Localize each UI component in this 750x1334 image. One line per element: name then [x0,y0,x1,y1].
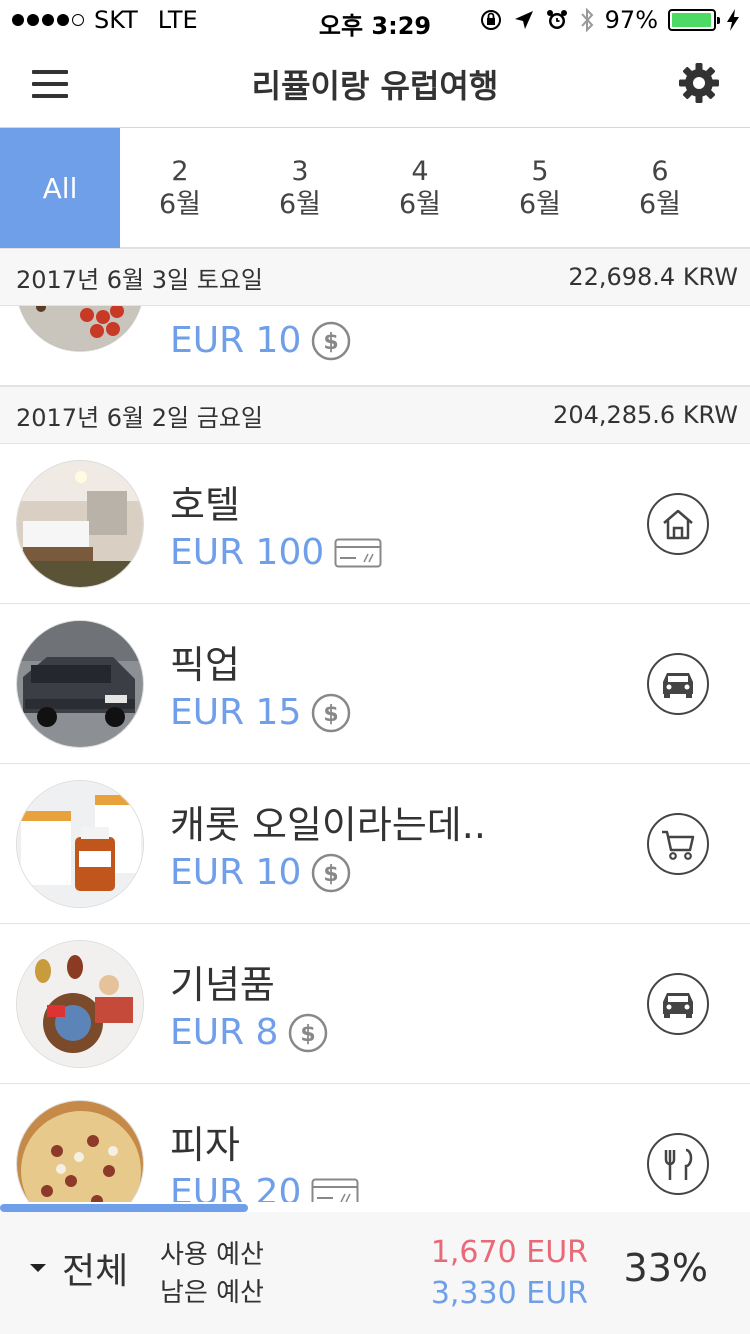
svg-text:$: $ [324,702,339,727]
charging-bolt-icon [727,9,739,31]
budget-summary: 전체 사용 예산 남은 예산 1,670 EUR 3,330 EUR 33% [0,1212,750,1334]
item-amount: EUR 100 [170,532,382,573]
used-budget-label: 사용 예산 [160,1240,264,1270]
budget-progress-fill [0,1204,248,1212]
item-title: 캐롯 오일이라는데.. [170,803,486,847]
hamburger-menu-icon [32,70,68,98]
amount-text: EUR 100 [170,532,325,573]
tab-day-5[interactable]: 5 6월 [480,128,600,248]
budget-scope-selector[interactable]: 전체 [28,1242,128,1294]
status-right: 97% [479,6,740,34]
item-amount: EUR 15 $ [170,692,351,733]
used-budget-value: 1,670 EUR [430,1235,588,1270]
cash-icon: $ [289,1013,328,1052]
page-title: 리퓰이랑 유럽여행 [251,66,499,105]
item-amount: EUR 20 [170,1172,359,1202]
tab-day-4[interactable]: 4 6월 [360,128,480,248]
item-amount: EUR 8 $ [170,1012,328,1053]
gear-icon [679,63,719,103]
list-item[interactable]: 호텔 EUR 100 [0,444,750,604]
list-item[interactable]: 픽업 EUR 15 $ [0,604,750,764]
list-item[interactable]: 캐롯 오일이라는데.. EUR 10 $ [0,764,750,924]
battery-level-fill [672,13,711,27]
menu-button[interactable] [30,68,70,100]
cash-icon: $ [312,321,351,360]
budget-scope-label: 전체 [62,1251,129,1292]
svg-text:$: $ [301,1022,316,1047]
day-tabs: All 2 6월 3 6월 4 6월 5 6월 6 6월 [0,128,750,248]
item-photo [16,1100,144,1202]
item-photo [16,620,144,748]
budget-values: 1,670 EUR 3,330 EUR [431,1232,588,1314]
home-icon [647,493,709,555]
tab-all[interactable]: All [0,128,120,248]
restaurant-icon [647,1133,709,1195]
rotation-lock-icon [480,10,501,30]
list-item[interactable]: 피자 EUR 20 [0,1084,750,1202]
tab-month-label: 6월 [278,189,322,220]
budget-percent: 33% [623,1246,708,1290]
card-icon [334,538,382,567]
tab-month-label: 6월 [638,189,682,220]
budget-labels: 사용 예산 남은 예산 [160,1236,264,1312]
tab-day-label: All [42,171,78,205]
tab-day-3[interactable]: 3 6월 [240,128,360,248]
item-photo [16,460,144,588]
section-date: 2017년 6월 2일 금요일 [16,403,263,432]
app-screen: SKT LTE 오후 3:29 97% 리퓰이랑 유럽여행 All 2 6월 3… [0,0,750,1334]
car-icon [647,653,709,715]
tab-day-label: 5 [531,156,549,187]
item-title: 픽업 [170,643,240,687]
item-title: 기념품 [170,963,275,1007]
cart-icon [647,813,709,875]
amount-text: EUR 8 [170,1012,279,1053]
tab-month-label: 6월 [398,189,442,220]
section-date: 2017년 6월 3일 토요일 [16,265,263,294]
tab-day-2[interactable]: 2 6월 [120,128,240,248]
alarm-clock-icon [546,10,567,29]
tab-day-6[interactable]: 6 6월 [600,128,720,248]
amount-text: EUR 20 [170,1172,302,1202]
item-amount: EUR 10 $ [170,852,351,893]
cash-icon: $ [312,853,351,892]
card-icon [311,1178,359,1202]
expense-list[interactable]: EUR 10 $ 2017년 6월 3일 토요일 22,698.4 KRW 20… [0,248,750,1202]
svg-text:$: $ [324,330,339,355]
tab-day-label: 4 [411,156,429,187]
navigation-bar: 리퓰이랑 유럽여행 [0,40,750,128]
car-icon [647,973,709,1035]
tab-month-label: 6월 [158,189,202,220]
bluetooth-icon [580,7,594,33]
status-bar: SKT LTE 오후 3:29 97% [0,0,750,40]
item-title: 호텔 [170,483,240,527]
item-title: 피자 [170,1123,240,1167]
tab-day-label: 2 [171,156,189,187]
budget-progress-bar [0,1204,750,1212]
caret-down-icon [30,1264,46,1272]
cash-icon: $ [312,693,351,732]
remaining-budget-label: 남은 예산 [160,1278,264,1308]
item-photo [16,780,144,908]
remaining-budget-value: 3,330 EUR [430,1276,588,1311]
svg-text:$: $ [324,862,339,887]
location-arrow-icon [514,11,533,29]
tab-day-label: 6 [651,156,669,187]
amount-text: EUR 15 [170,692,302,733]
item-photo [16,940,144,1068]
section-total: 204,285.6 KRW [553,401,738,429]
item-amount: EUR 10 $ [170,320,351,361]
tab-day-label: 3 [291,156,309,187]
section-header: 2017년 6월 2일 금요일 204,285.6 KRW [0,386,750,444]
section-total: 22,698.4 KRW [568,263,738,291]
list-item[interactable]: 기념품 EUR 8 $ [0,924,750,1084]
battery-percent: 97% [604,6,658,34]
battery-icon [668,9,720,31]
section-header: 2017년 6월 3일 토요일 22,698.4 KRW [0,248,750,306]
tab-month-label: 6월 [518,189,562,220]
amount-text: EUR 10 [170,852,302,893]
settings-button[interactable] [678,62,720,104]
amount-text: EUR 10 [170,320,302,361]
